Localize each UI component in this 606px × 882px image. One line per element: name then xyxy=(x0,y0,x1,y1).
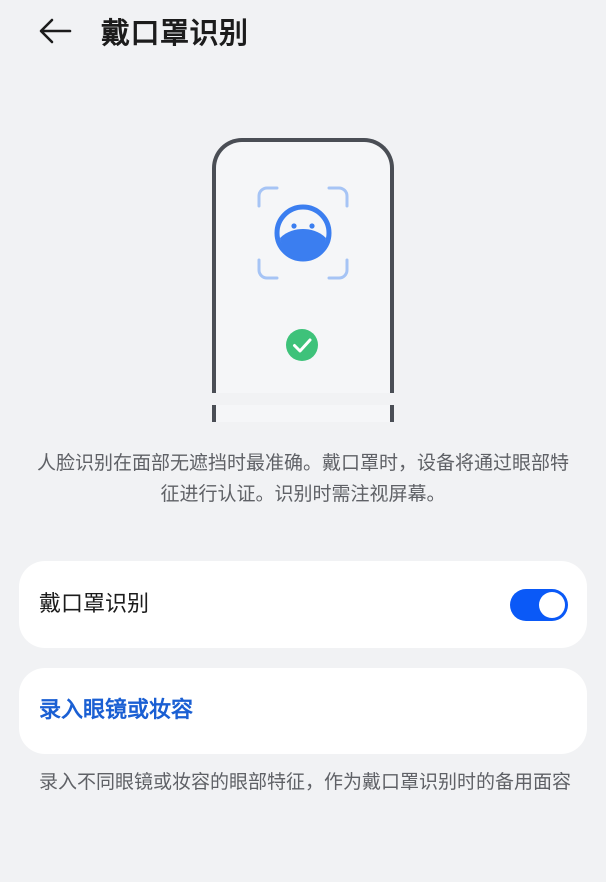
arrow-left-icon xyxy=(39,18,72,44)
page-title: 戴口罩识别 xyxy=(101,16,249,50)
header-bar: 戴口罩识别 xyxy=(0,0,606,64)
mask-recognition-switch[interactable] xyxy=(510,589,568,621)
enroll-footnote: 录入不同眼镜或妆容的眼部特征，作为戴口罩识别时的备用面容 xyxy=(39,771,572,793)
enroll-glasses-makeup-link[interactable]: 录入眼镜或妆容 xyxy=(39,668,193,754)
enroll-card[interactable]: 录入眼镜或妆容 xyxy=(19,668,587,754)
description-text: 人脸识别在面部无遮挡时最准确。戴口罩时，设备将通过眼部特征进行认证。识别时需注视… xyxy=(36,452,569,505)
mask-recognition-label: 戴口罩识别 xyxy=(39,592,150,617)
mask-recognition-card: 戴口罩识别 xyxy=(19,561,587,648)
mask-recognition-illustration xyxy=(206,138,400,422)
phone-outline xyxy=(212,138,394,422)
check-circle-icon xyxy=(286,329,318,361)
back-button[interactable] xyxy=(36,12,76,50)
masked-face-scan-icon xyxy=(257,186,349,280)
switch-knob xyxy=(539,592,565,618)
